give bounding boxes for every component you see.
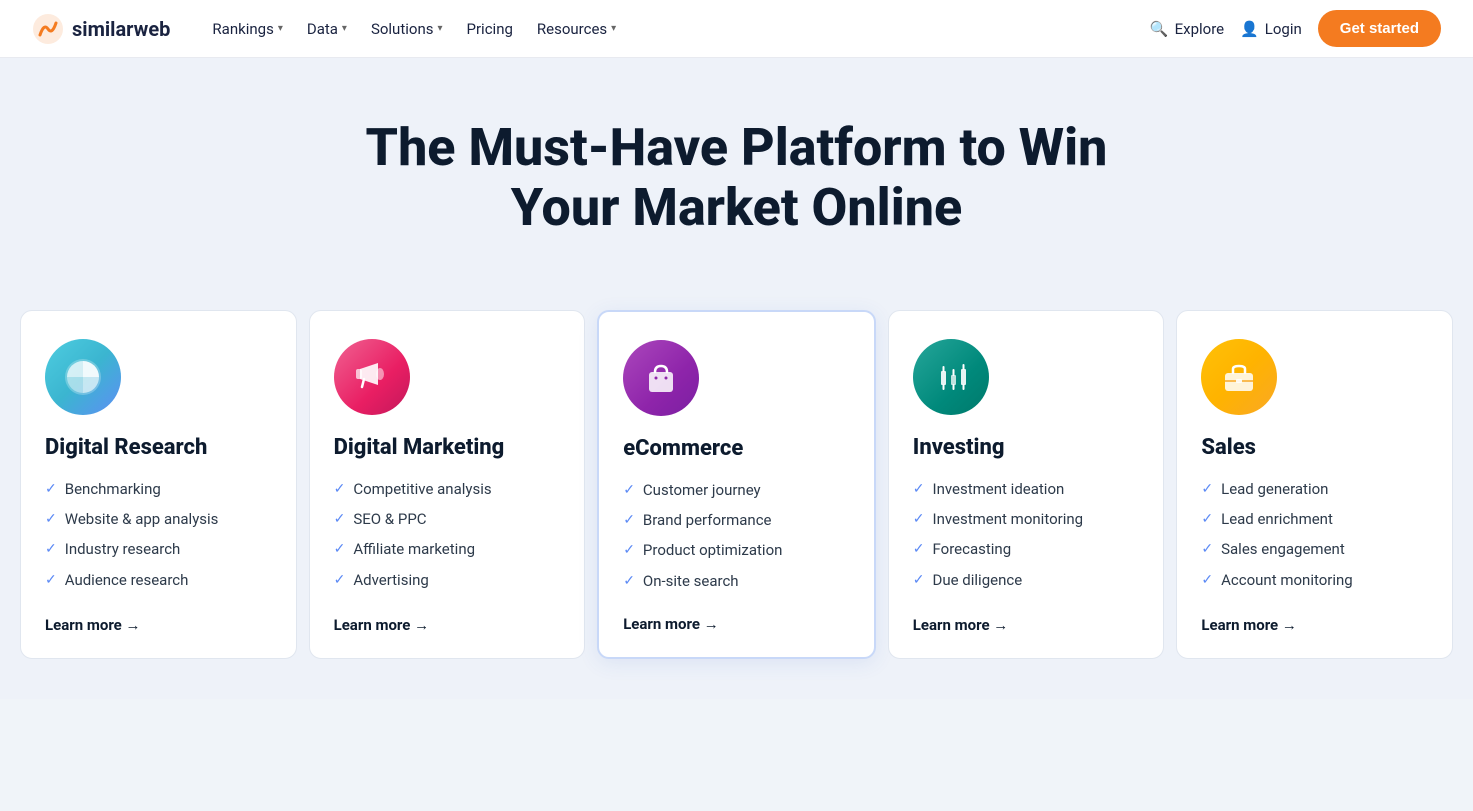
check-icon: ✓ (45, 540, 57, 559)
list-item: ✓Product optimization (623, 540, 850, 560)
card-title-marketing: Digital Marketing (334, 435, 561, 461)
list-item: ✓Brand performance (623, 510, 850, 530)
learn-more-marketing[interactable]: Learn more → (334, 616, 561, 634)
cards-section: Digital Research ✓Benchmarking ✓Website … (0, 278, 1473, 699)
hero-section: The Must-Have Platform to Win Your Marke… (0, 58, 1473, 278)
list-item: ✓Account monitoring (1201, 570, 1428, 590)
check-icon: ✓ (913, 540, 925, 559)
card-investing: Investing ✓Investment ideation ✓Investme… (888, 310, 1165, 659)
list-item: ✓Investment ideation (913, 479, 1140, 499)
card-items-ecommerce: ✓Customer journey ✓Brand performance ✓Pr… (623, 480, 850, 591)
check-icon: ✓ (623, 541, 635, 560)
learn-more-research[interactable]: Learn more → (45, 616, 272, 634)
list-item: ✓Benchmarking (45, 479, 272, 499)
check-icon: ✓ (334, 510, 346, 529)
card-title-sales: Sales (1201, 435, 1428, 461)
nav-item-solutions[interactable]: Solutions ▾ (361, 14, 453, 44)
check-icon: ✓ (334, 571, 346, 590)
check-icon: ✓ (623, 481, 635, 500)
card-title-investing: Investing (913, 435, 1140, 461)
list-item: ✓Affiliate marketing (334, 539, 561, 559)
chevron-down-icon: ▾ (437, 23, 442, 34)
check-icon: ✓ (45, 510, 57, 529)
list-item: ✓Lead enrichment (1201, 509, 1428, 529)
card-items-research: ✓Benchmarking ✓Website & app analysis ✓I… (45, 479, 272, 592)
check-icon: ✓ (623, 572, 635, 591)
learn-more-investing[interactable]: Learn more → (913, 616, 1140, 634)
list-item: ✓Due diligence (913, 570, 1140, 590)
hero-title: The Must-Have Platform to Win Your Marke… (337, 118, 1137, 238)
list-item: ✓Advertising (334, 570, 561, 590)
check-icon: ✓ (913, 510, 925, 529)
list-item: ✓Audience research (45, 570, 272, 590)
card-items-sales: ✓Lead generation ✓Lead enrichment ✓Sales… (1201, 479, 1428, 592)
nav-links: Rankings ▾ Data ▾ Solutions ▾ Pricing Re… (202, 14, 1118, 44)
logo-icon (32, 13, 64, 45)
list-item: ✓Lead generation (1201, 479, 1428, 499)
briefcase-icon (1201, 339, 1277, 415)
main-nav: similarweb Rankings ▾ Data ▾ Solutions ▾… (0, 0, 1473, 58)
list-item: ✓Website & app analysis (45, 509, 272, 529)
check-icon: ✓ (334, 480, 346, 499)
candlestick-chart-icon (913, 339, 989, 415)
list-item: ✓On-site search (623, 571, 850, 591)
check-icon: ✓ (913, 480, 925, 499)
list-item: ✓Investment monitoring (913, 509, 1140, 529)
check-icon: ✓ (1201, 510, 1213, 529)
check-icon: ✓ (1201, 571, 1213, 590)
list-item: ✓SEO & PPC (334, 509, 561, 529)
chevron-down-icon: ▾ (611, 23, 616, 34)
chevron-down-icon: ▾ (342, 23, 347, 34)
check-icon: ✓ (1201, 480, 1213, 499)
card-digital-research: Digital Research ✓Benchmarking ✓Website … (20, 310, 297, 659)
logo[interactable]: similarweb (32, 13, 170, 45)
check-icon: ✓ (334, 540, 346, 559)
check-icon: ✓ (45, 571, 57, 590)
logo-text: similarweb (72, 17, 170, 41)
check-icon: ✓ (623, 511, 635, 530)
card-items-investing: ✓Investment ideation ✓Investment monitor… (913, 479, 1140, 592)
list-item: ✓Industry research (45, 539, 272, 559)
list-item: ✓Competitive analysis (334, 479, 561, 499)
nav-item-pricing[interactable]: Pricing (457, 14, 523, 44)
pie-chart-icon (45, 339, 121, 415)
card-ecommerce: eCommerce ✓Customer journey ✓Brand perfo… (597, 310, 876, 659)
learn-more-sales[interactable]: Learn more → (1201, 616, 1428, 634)
card-title-research: Digital Research (45, 435, 272, 461)
list-item: ✓Customer journey (623, 480, 850, 500)
get-started-button[interactable]: Get started (1318, 10, 1441, 47)
megaphone-icon (334, 339, 410, 415)
card-title-ecommerce: eCommerce (623, 436, 850, 462)
card-sales: Sales ✓Lead generation ✓Lead enrichment … (1176, 310, 1453, 659)
nav-login[interactable]: 👤 Login (1240, 20, 1302, 38)
nav-item-resources[interactable]: Resources ▾ (527, 14, 626, 44)
nav-item-rankings[interactable]: Rankings ▾ (202, 14, 292, 44)
nav-item-data[interactable]: Data ▾ (297, 14, 357, 44)
check-icon: ✓ (45, 480, 57, 499)
check-icon: ✓ (913, 571, 925, 590)
list-item: ✓Forecasting (913, 539, 1140, 559)
chevron-down-icon: ▾ (278, 23, 283, 34)
user-icon: 👤 (1240, 20, 1259, 38)
nav-explore[interactable]: 🔍 Explore (1150, 20, 1224, 38)
search-icon: 🔍 (1150, 20, 1169, 38)
card-items-marketing: ✓Competitive analysis ✓SEO & PPC ✓Affili… (334, 479, 561, 592)
nav-right: 🔍 Explore 👤 Login Get started (1150, 10, 1441, 47)
shopping-bag-icon (623, 340, 699, 416)
check-icon: ✓ (1201, 540, 1213, 559)
cards-row: Digital Research ✓Benchmarking ✓Website … (20, 310, 1453, 659)
list-item: ✓Sales engagement (1201, 539, 1428, 559)
card-digital-marketing: Digital Marketing ✓Competitive analysis … (309, 310, 586, 659)
learn-more-ecommerce[interactable]: Learn more → (623, 615, 850, 633)
